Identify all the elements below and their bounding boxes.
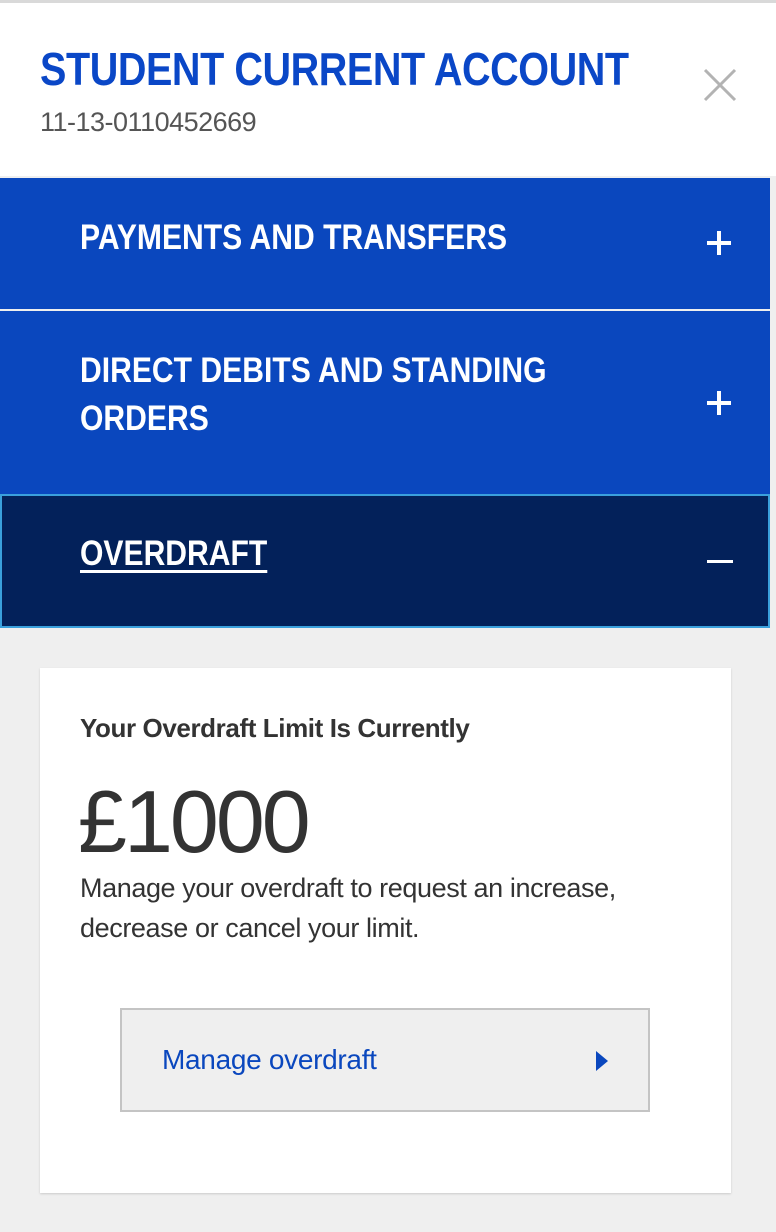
- close-icon: [703, 68, 737, 102]
- accordion-label-payments: PAYMENTS AND TRANSFERS: [80, 218, 508, 257]
- plus-icon: [707, 391, 731, 415]
- overdraft-description: Manage your overdraft to request an incr…: [80, 873, 616, 943]
- accordion-label-direct-debits: DIRECT DEBITS AND STANDING ORDERS: [80, 351, 547, 438]
- account-title: STUDENT CURRENT ACCOUNT: [40, 43, 629, 95]
- account-number: 11-13-0110452669: [40, 107, 257, 137]
- overdraft-panel: Your Overdraft Limit Is Currently £1000 …: [40, 668, 731, 1193]
- overdraft-limit-amount: £1000: [78, 772, 311, 871]
- manage-overdraft-label: Manage overdraft: [162, 1044, 377, 1075]
- accordion-item-payments-and-transfers[interactable]: PAYMENTS AND TRANSFERS: [0, 178, 770, 309]
- accordion-item-overdraft[interactable]: OVERDRAFT: [0, 494, 770, 628]
- account-header: STUDENT CURRENT ACCOUNT 11-13-0110452669: [0, 0, 776, 176]
- accordion-item-direct-debits[interactable]: DIRECT DEBITS AND STANDING ORDERS: [0, 311, 770, 494]
- close-button[interactable]: [694, 59, 746, 111]
- manage-overdraft-button[interactable]: Manage overdraft: [120, 1008, 650, 1112]
- minus-icon: [707, 560, 733, 563]
- plus-icon: [707, 231, 731, 255]
- accordion-label-overdraft[interactable]: OVERDRAFT: [80, 530, 267, 578]
- chevron-right-icon: [596, 1051, 608, 1071]
- overdraft-limit-heading: Your Overdraft Limit Is Currently: [80, 713, 470, 743]
